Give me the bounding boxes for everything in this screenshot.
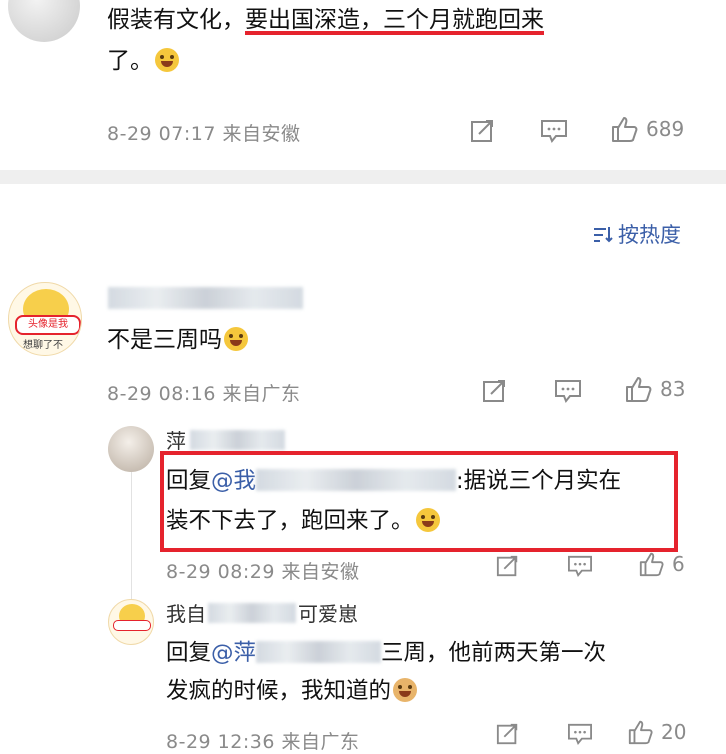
share-icon[interactable] (496, 722, 520, 746)
reply2-mention[interactable]: @萍 (211, 640, 256, 666)
sort-lines-icon (592, 223, 614, 245)
share-icon[interactable] (470, 118, 496, 144)
highlight-box (160, 451, 678, 552)
thumbs-up-icon (610, 114, 640, 144)
reply1-avatar[interactable] (108, 426, 154, 472)
section-divider (0, 170, 726, 184)
top-comment-text: 假装有文化，要出国深造，三个月就跑回来 (107, 7, 544, 35)
doge-emoji-icon (393, 678, 418, 702)
commenter-avatar[interactable]: 头像是我 想聊了不 (8, 282, 82, 356)
reply1-meta: 8-29 08:29 来自安徽 (166, 561, 360, 583)
avatar-caption-banner (113, 620, 151, 631)
comment-icon[interactable] (567, 722, 593, 746)
reply2-username: 我自 可爱崽 (166, 602, 358, 626)
share-icon[interactable] (496, 554, 520, 578)
top-comment-meta: 8-29 07:17 来自安徽 (107, 123, 301, 145)
comment-icon[interactable] (540, 118, 568, 144)
top-comment-avatar[interactable] (8, 0, 80, 42)
comment-icon[interactable] (554, 378, 582, 404)
blurred-username (108, 287, 303, 309)
thumbs-up-icon (627, 718, 655, 746)
like-button-comment1[interactable]: 83 (624, 374, 685, 404)
share-icon[interactable] (482, 378, 508, 404)
laugh-cry-emoji-icon (155, 48, 179, 72)
laugh-cry-emoji-icon (224, 327, 248, 351)
reply2-text-line2: 发疯的时候，我知道的 (166, 671, 418, 711)
sort-by-hot-button[interactable]: 按热度 (592, 219, 681, 249)
thumbs-up-icon (624, 374, 654, 404)
top-comment-text-line2: 了。 (107, 41, 179, 81)
comment1-text: 不是三周吗 (107, 320, 248, 360)
thumbs-up-icon (638, 550, 666, 578)
avatar-caption-banner: 头像是我 (15, 315, 81, 335)
reply1-username: 萍 (166, 425, 285, 454)
reply2-avatar[interactable] (108, 599, 154, 645)
like-button-top[interactable]: 689 (610, 114, 684, 144)
blurred-name (208, 602, 296, 623)
like-button-reply1[interactable]: 6 (638, 550, 685, 578)
blurred-mention (256, 641, 382, 663)
comment-icon[interactable] (567, 554, 593, 578)
avatar-subcaption: 想聊了不 (23, 340, 63, 351)
blurred-name (190, 429, 285, 450)
reply2-meta: 8-29 12:36 来自广东 (166, 731, 360, 753)
like-button-reply2[interactable]: 20 (627, 718, 686, 746)
underlined-phrase: 要出国深造，三个月就跑回来 (245, 7, 544, 35)
red-underline (245, 31, 544, 35)
reply2-text: 回复@萍 三周，他前两天第一次 (166, 640, 607, 666)
comment1-meta: 8-29 08:16 来自广东 (107, 383, 301, 405)
thread-line (131, 470, 132, 600)
